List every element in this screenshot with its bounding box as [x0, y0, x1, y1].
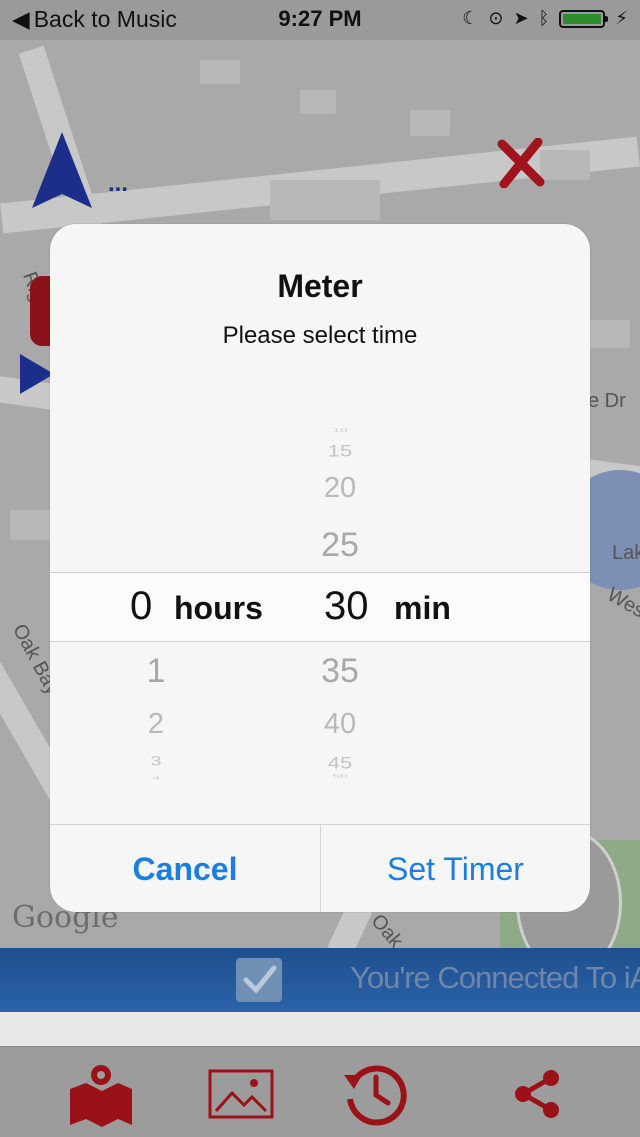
- map-tab-button[interactable]: [66, 1059, 136, 1129]
- set-timer-button[interactable]: Set Timer: [320, 825, 590, 912]
- dots-icon: ...: [108, 170, 129, 197]
- meter-alert-dialog: Meter Please select time 0 hours 1 2 3 4…: [50, 224, 590, 912]
- minutes-option[interactable]: 15: [300, 441, 380, 461]
- alert-title: Meter: [277, 268, 363, 304]
- minutes-selected-value: 30: [324, 584, 369, 628]
- map-street-label: e Dr: [588, 390, 626, 412]
- minutes-option[interactable]: 25: [300, 526, 380, 565]
- minutes-option[interactable]: 35: [300, 652, 380, 691]
- history-icon: [344, 1065, 407, 1126]
- close-marker-icon[interactable]: [494, 138, 550, 188]
- navigation-arrow-icon: [32, 132, 92, 208]
- photo-tab-button[interactable]: [206, 1059, 276, 1129]
- status-bar: ◀ Back to Music 9:27 PM ☾ ⊙ ➤ ᛒ ⚡: [0, 0, 640, 40]
- time-picker[interactable]: 0 hours 1 2 3 4 10 15 20 25 30 min 35 40…: [50, 420, 590, 782]
- hours-option[interactable]: 2: [116, 708, 196, 741]
- map-street-label: Wes: [603, 583, 640, 623]
- connected-text: You're Connected To iA: [350, 960, 640, 995]
- bluetooth-icon: ᛒ: [538, 8, 550, 28]
- hours-option[interactable]: 1: [116, 652, 196, 691]
- minutes-option[interactable]: 40: [300, 708, 380, 741]
- connected-banner: You're Connected To iA: [0, 948, 640, 1012]
- hours-option[interactable]: 3: [116, 753, 196, 769]
- location-arrow-icon: ➤: [513, 8, 529, 28]
- minutes-option[interactable]: 50: [300, 773, 380, 779]
- hours-option[interactable]: 4: [116, 775, 196, 781]
- rotation-lock-icon: ⊙: [488, 8, 504, 28]
- minutes-unit-label: min: [394, 590, 451, 626]
- alert-message: Please select time: [222, 322, 418, 349]
- cancel-button[interactable]: Cancel: [50, 825, 320, 912]
- battery-icon: [559, 9, 609, 28]
- hours-selected-value: 0: [130, 584, 153, 628]
- map-icon: [70, 1065, 132, 1127]
- status-icons: ☾ ⊙ ➤ ᛒ ⚡: [462, 8, 628, 29]
- hours-unit-label: hours: [174, 590, 263, 626]
- checkbox-icon: [236, 958, 282, 1002]
- charging-icon: ⚡: [615, 8, 628, 28]
- minutes-option[interactable]: 20: [300, 472, 380, 505]
- moon-icon: ☾: [462, 8, 479, 28]
- map-place-label: Lak: [612, 542, 640, 564]
- share-tab-button[interactable]: [502, 1059, 572, 1129]
- minutes-option[interactable]: 10: [300, 427, 380, 433]
- map-street-label: Oak: [366, 910, 407, 948]
- history-tab-button[interactable]: [340, 1059, 410, 1129]
- share-icon: [515, 1070, 559, 1118]
- photo-icon: [208, 1069, 274, 1119]
- bottom-tab-bar: [0, 1046, 640, 1137]
- minutes-option[interactable]: 45: [300, 753, 380, 773]
- alert-button-row: Cancel Set Timer: [50, 824, 590, 912]
